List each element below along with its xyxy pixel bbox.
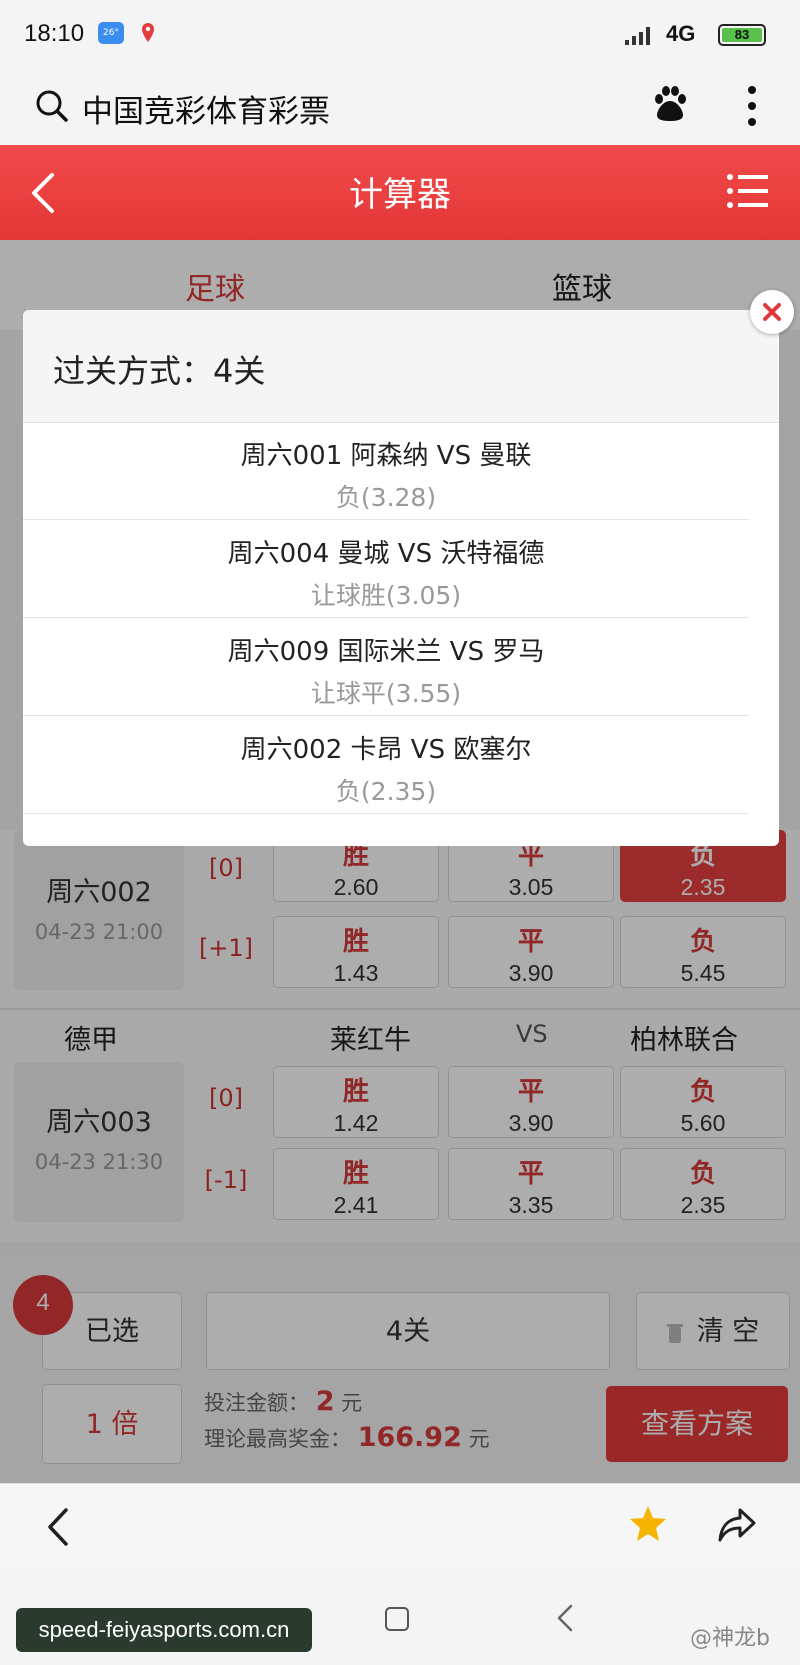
close-button[interactable] (750, 290, 794, 334)
list-item: 周六002 卡昂 VS 欧塞尔 负(2.35) (23, 717, 749, 814)
list-item: 周六004 曼城 VS 沃特福德 让球胜(3.05) (23, 521, 749, 618)
close-icon (763, 303, 781, 321)
item-match: 周六002 卡昂 VS 欧塞尔 (240, 735, 532, 765)
list-item: 周六009 国际米兰 VS 罗马 让球平(3.55) (23, 619, 749, 716)
browser-toolbar (0, 1483, 800, 1570)
baidu-paw-icon[interactable] (650, 84, 690, 124)
item-match: 周六004 曼城 VS 沃特福德 (227, 539, 545, 569)
nav-back-icon[interactable] (556, 1604, 574, 1632)
signal-icon (625, 27, 650, 45)
watermark-banner: speed-feiyasports.com.cn (16, 1608, 312, 1652)
pass-mode-dialog: 过关方式：4关 周六001 阿森纳 VS 曼联 负(3.28) 周六004 曼城… (23, 310, 779, 846)
battery-icon: 83 (718, 24, 766, 46)
home-icon[interactable] (385, 1607, 409, 1631)
search-icon[interactable] (34, 88, 70, 124)
star-icon[interactable] (628, 1504, 668, 1544)
page-title: 计算器 (349, 175, 451, 215)
item-pick: 让球平(3.55) (310, 679, 462, 708)
app-header: 计算器 (0, 145, 800, 240)
location-icon (142, 23, 154, 42)
system-nav-bar: speed-feiyasports.com.cn @神龙b (0, 1570, 800, 1665)
status-bar: 18:10 26° 4G 83 (0, 0, 800, 70)
share-icon[interactable] (716, 1504, 758, 1544)
status-time: 18:10 (24, 20, 85, 47)
list-item: 周六001 阿森纳 VS 曼联 负(3.28) (23, 423, 749, 520)
dialog-header: 过关方式：4关 (23, 310, 779, 423)
browser-bar: 中国竞彩体育彩票 (0, 70, 800, 145)
menu-icon[interactable] (726, 171, 768, 211)
item-match: 周六009 国际米兰 VS 罗马 (227, 637, 545, 667)
credit-text: @神龙b (690, 1626, 770, 1651)
browser-title[interactable]: 中国竞彩体育彩票 (82, 86, 330, 131)
battery-level: 83 (722, 28, 762, 42)
item-pick: 让球胜(3.05) (310, 581, 462, 610)
item-match: 周六001 阿森纳 VS 曼联 (240, 441, 532, 471)
more-options-icon[interactable] (744, 84, 760, 128)
item-pick: 负(2.35) (335, 777, 437, 806)
network-type: 4G (666, 21, 696, 46)
item-pick: 负(3.28) (335, 483, 437, 512)
browser-back-icon[interactable] (44, 1506, 74, 1548)
weather-icon: 26° (98, 22, 124, 44)
dialog-title: 过关方式：4关 (53, 352, 266, 390)
